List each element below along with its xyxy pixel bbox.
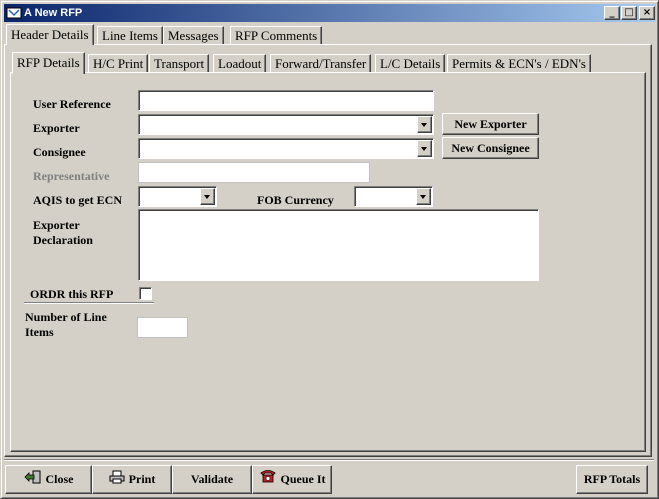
ordr-checkbox[interactable] <box>139 287 152 300</box>
line-items-count-label-2: Items <box>25 325 54 339</box>
consignee-combo[interactable] <box>138 138 434 159</box>
new-exporter-button[interactable]: New Exporter <box>442 113 539 135</box>
exporter-label: Exporter <box>33 121 80 135</box>
maximize-button[interactable]: □ <box>621 6 637 20</box>
user-reference-label: User Reference <box>33 97 111 111</box>
representative-label: Representative <box>33 169 110 183</box>
tab-line-items[interactable]: Line Items <box>97 26 163 45</box>
fob-currency-label: FOB Currency <box>257 193 334 207</box>
aqis-dropdown-icon[interactable] <box>200 188 215 205</box>
close-window-button[interactable]: × <box>639 6 655 20</box>
tab-lc-details[interactable]: L/C Details <box>375 54 446 73</box>
consignee-label: Consignee <box>33 145 86 159</box>
telephone-icon <box>259 467 277 494</box>
line-items-count-label-1: Number of Line <box>25 310 107 324</box>
validate-button[interactable]: Validate <box>172 465 252 494</box>
tab-loadout[interactable]: Loadout <box>213 54 267 73</box>
line-items-count-field <box>137 317 188 338</box>
print-button-label: Print <box>128 472 156 486</box>
queue-it-button-label: Queue It <box>280 472 326 486</box>
tab-forward-transfer[interactable]: Forward/Transfer <box>270 54 372 73</box>
user-reference-input[interactable] <box>138 90 434 111</box>
tab-rfp-comments[interactable]: RFP Comments <box>230 26 323 45</box>
consignee-dropdown-icon[interactable] <box>417 140 432 157</box>
app-icon <box>6 5 22 21</box>
tab-messages[interactable]: Messages <box>163 26 224 45</box>
exporter-combo[interactable] <box>138 114 434 135</box>
exit-icon <box>23 467 42 494</box>
fob-currency-dropdown-icon[interactable] <box>416 188 431 205</box>
toolbar-separator <box>4 459 654 461</box>
exporter-declaration-label-1: Exporter <box>33 218 80 232</box>
rfp-totals-button[interactable]: RFP Totals <box>576 465 648 494</box>
exporter-declaration-textarea[interactable] <box>138 209 539 281</box>
tab-transport[interactable]: Transport <box>149 54 210 73</box>
fob-currency-combo[interactable] <box>354 186 433 207</box>
ordr-label: ORDR this RFP <box>30 287 114 301</box>
exporter-dropdown-icon[interactable] <box>417 116 432 133</box>
exporter-declaration-label-2: Declaration <box>33 233 93 247</box>
window-title: A New RFP <box>24 7 83 19</box>
tab-header-details[interactable]: Header Details <box>6 24 94 45</box>
aqis-combo[interactable] <box>138 186 217 207</box>
aqis-label: AQIS to get ECN <box>33 193 122 207</box>
title-bar: A New RFP _ □ × <box>4 4 656 22</box>
minimize-button[interactable]: _ <box>604 6 620 20</box>
tab-hc-print[interactable]: H/C Print <box>88 54 149 73</box>
ordr-underline <box>24 302 154 304</box>
queue-it-button[interactable]: Queue It <box>252 465 332 494</box>
new-consignee-button[interactable]: New Consignee <box>442 137 539 159</box>
printer-icon <box>109 467 125 494</box>
rfp-window: A New RFP _ □ × Header Details Line Item… <box>0 0 659 499</box>
tab-rfp-details[interactable]: RFP Details <box>12 52 85 74</box>
close-button-label: Close <box>45 472 74 486</box>
print-button[interactable]: Print <box>92 465 172 494</box>
representative-input[interactable] <box>138 162 370 183</box>
close-button[interactable]: Close <box>5 465 92 494</box>
tab-permits[interactable]: Permits & ECN's / EDN's <box>447 54 591 73</box>
